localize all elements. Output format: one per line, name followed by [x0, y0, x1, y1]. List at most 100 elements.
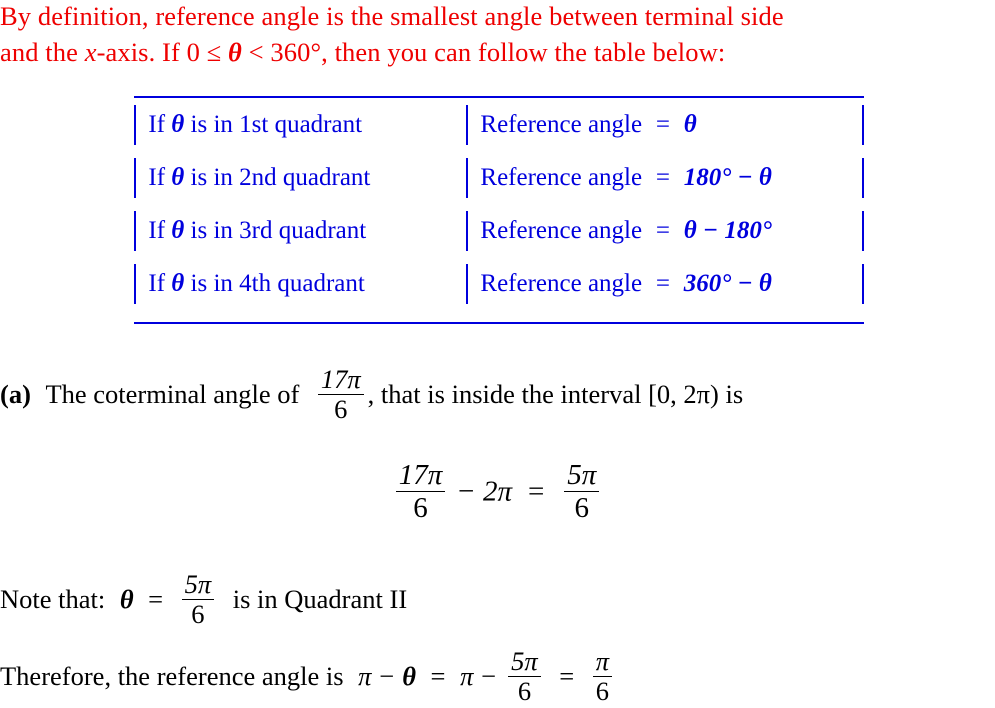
intro-line-2-suffix: < 360°, then you can follow the table be… [241, 37, 726, 67]
fraction-numerator: 5π [181, 570, 215, 601]
math-solution-page: By definition, reference angle is the sm… [0, 0, 995, 705]
theta-icon: θ [171, 110, 185, 138]
note-line: Note that: θ = 5π 6 is in Quadrant II [0, 570, 408, 631]
intro-line-2: and the x-axis. If 0 ≤ θ < 360°, then yo… [0, 34, 995, 70]
result-text-2: Reference angle = 180° − θ [468, 164, 861, 192]
condition-suffix: is in 2nd quadrant [184, 163, 371, 191]
display-equation: 17π 6−2π = 5π 6 [0, 460, 995, 525]
therefore-pi-2: π [460, 661, 474, 692]
equation-equals-sign: = [527, 475, 545, 508]
fraction-denominator: 6 [517, 676, 532, 707]
fraction-numerator: 17π [395, 460, 446, 492]
table-cell-result: Reference angle = θ [466, 98, 864, 151]
table-cell-condition: If θ is in 1st quadrant [134, 98, 466, 151]
note-equals: = [148, 584, 164, 615]
note-text-before: Note that: [0, 584, 106, 615]
equals-sign: = [655, 216, 670, 244]
intro-line-1: By definition, reference angle is the sm… [0, 1, 784, 31]
fraction-denominator: 6 [574, 491, 590, 524]
therefore-fraction-1: 5π 6 [508, 647, 541, 707]
condition-prefix: If [148, 269, 172, 297]
table-cell-condition: If θ is in 3rd quadrant [134, 204, 466, 257]
equals-sign: = [655, 269, 670, 297]
intro-paragraph: By definition, reference angle is the sm… [0, 0, 995, 70]
note-theta: θ [119, 584, 134, 615]
vertical-bar-right [861, 104, 864, 145]
vertical-bar-right [861, 157, 864, 198]
result-text-4: Reference angle = 360° − θ [468, 270, 861, 298]
part-a-text-before: The coterminal angle of [45, 379, 300, 410]
table-cell-result: Reference angle = 180° − θ [466, 151, 864, 204]
condition-text-1: If θ is in 1st quadrant [136, 111, 466, 139]
fraction-denominator: 6 [334, 394, 348, 425]
condition-text-3: If θ is in 3rd quadrant [136, 217, 466, 245]
theta-icon: θ [171, 269, 185, 297]
equation-minus-sign: − [457, 475, 475, 508]
table-cell-result: Reference angle = 360° − θ [466, 257, 864, 310]
intro-axis-variable: x [84, 37, 97, 67]
intro-line-2-mid: -axis. If 0 ≤ [96, 37, 229, 67]
equation-rhs-fraction: 5π 6 [564, 460, 600, 524]
result-expression: θ [683, 110, 697, 138]
condition-text-4: If θ is in 4th quadrant [136, 270, 466, 298]
part-a-text-after: , that is inside the interval [0, 2π) is [367, 379, 744, 410]
table-row: If θ is in 1st quadrant Reference angle =… [134, 98, 864, 151]
fraction-numerator: π [592, 647, 613, 678]
result-expression: 360° − θ [683, 269, 772, 297]
table-cell-result: Reference angle = θ − 180° [466, 204, 864, 257]
therefore-fraction-2: π6 [592, 647, 613, 707]
therefore-equals-2: = [559, 661, 575, 692]
condition-suffix: is in 1st quadrant [184, 110, 363, 138]
fraction-denominator: 6 [595, 676, 610, 707]
fraction-denominator: 6 [413, 491, 428, 524]
equation-subtrahend: 2π [482, 475, 513, 508]
result-expression: 180° − θ [683, 163, 772, 191]
therefore-theta: θ [402, 661, 416, 692]
therefore-equals-1: = [430, 661, 446, 692]
fraction-numerator: 17π [317, 365, 364, 396]
condition-prefix: If [148, 216, 172, 244]
intro-theta-symbol: θ [228, 37, 242, 67]
condition-prefix: If [148, 163, 172, 191]
quadrant-table: If θ is in 1st quadrant Reference angle =… [134, 98, 864, 310]
theta-icon: θ [171, 216, 185, 244]
therefore-text-before: Therefore, the reference angle is [0, 661, 344, 692]
condition-suffix: is in 3rd quadrant [184, 216, 367, 244]
table-cell-condition: If θ is in 4th quadrant [134, 257, 466, 310]
intro-line-2-prefix: and the [0, 37, 85, 67]
therefore-minus-2: − [481, 661, 497, 692]
result-text-3: Reference angle = θ − 180° [468, 217, 861, 245]
result-expression: θ − 180° [683, 216, 772, 244]
fraction-denominator: 6 [191, 599, 205, 630]
theta-icon: θ [171, 163, 185, 191]
part-a-label: (a) [0, 379, 31, 410]
part-a-line: (a) The coterminal angle of 17π 6, that is … [0, 365, 744, 426]
table-bottom-rule [134, 322, 864, 324]
condition-text-2: If θ is in 2nd quadrant [136, 164, 466, 192]
table-row: If θ is in 3rd quadrant Reference angle =… [134, 204, 864, 257]
note-text-after: is in Quadrant II [232, 584, 408, 615]
therefore-pi-1: π [358, 661, 372, 692]
fraction-numerator: 5π [564, 460, 600, 492]
reference-angle-table: If θ is in 1st quadrant Reference angle =… [134, 96, 864, 324]
condition-prefix: If [148, 110, 172, 138]
part-a-fraction: 17π 6 [317, 365, 364, 425]
condition-suffix: is in 4th quadrant [184, 269, 365, 297]
table-row: If θ is in 2nd quadrant Reference angle =… [134, 151, 864, 204]
equals-sign: = [655, 163, 670, 191]
note-fraction: 5π 6 [181, 570, 215, 630]
table-cell-condition: If θ is in 2nd quadrant [134, 151, 466, 204]
result-label: Reference angle [480, 269, 643, 297]
therefore-minus-1: − [379, 661, 395, 692]
equals-sign: = [655, 110, 670, 138]
result-text-1: Reference angle = θ [468, 111, 861, 139]
result-label: Reference angle [480, 163, 643, 191]
vertical-bar-right [861, 210, 864, 251]
equation-lhs-fraction: 17π 6 [395, 460, 446, 524]
table-row: If θ is in 4th quadrant Reference angle =… [134, 257, 864, 310]
therefore-line: Therefore, the reference angle is π − θ = π −5… [0, 647, 616, 708]
fraction-numerator: 5π [508, 647, 541, 678]
result-label: Reference angle [480, 110, 643, 138]
result-label: Reference angle [480, 216, 643, 244]
vertical-bar-right [861, 263, 864, 304]
